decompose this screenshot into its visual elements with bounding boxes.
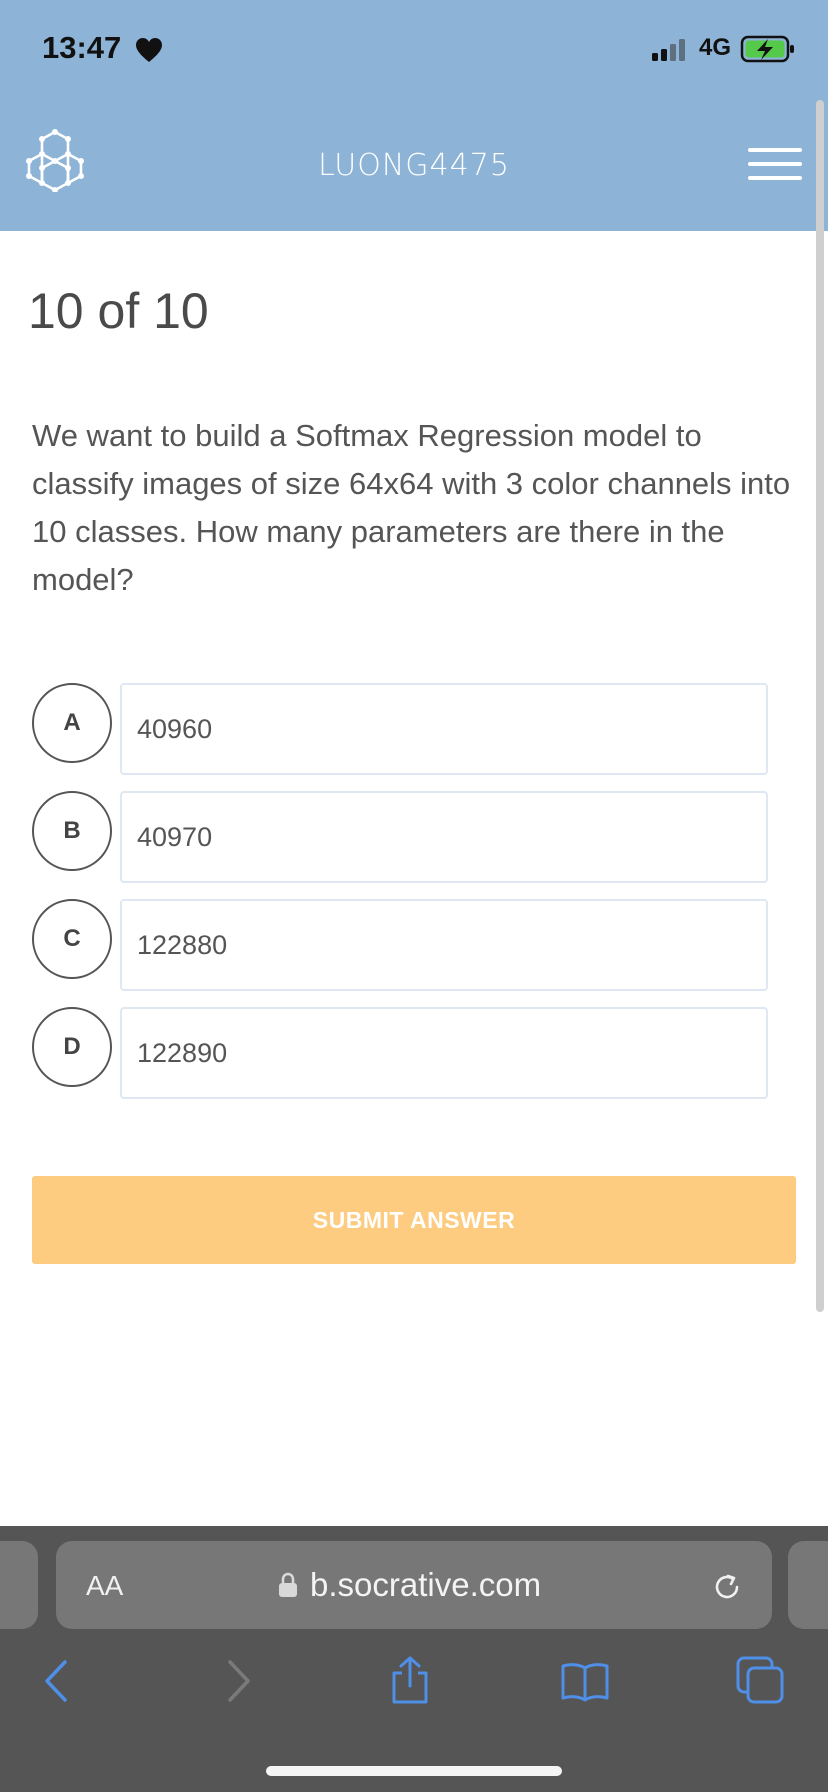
- option-letter[interactable]: A: [32, 683, 112, 763]
- home-indicator[interactable]: [266, 1766, 562, 1776]
- answer-option-c[interactable]: C 122880: [32, 899, 768, 991]
- network-type: 4G: [699, 34, 732, 61]
- hamburger-menu-icon[interactable]: [748, 148, 802, 180]
- reload-icon[interactable]: [710, 1570, 744, 1604]
- submit-answer-button[interactable]: SUBMIT ANSWER: [32, 1176, 796, 1264]
- option-text[interactable]: 40970: [120, 791, 768, 883]
- answer-option-d[interactable]: D 122890: [32, 1007, 768, 1099]
- next-tab-preview[interactable]: [788, 1541, 828, 1629]
- answer-option-b[interactable]: B 40970: [32, 791, 768, 883]
- option-letter[interactable]: C: [32, 899, 112, 979]
- scrollbar[interactable]: [816, 100, 824, 1312]
- option-letter[interactable]: B: [32, 791, 112, 871]
- url-text[interactable]: b.socrative.com: [310, 1566, 541, 1604]
- cellular-signal-icon: [652, 39, 685, 61]
- text-size-button[interactable]: AA: [86, 1570, 123, 1602]
- bookmarks-icon[interactable]: [560, 1656, 610, 1706]
- option-text[interactable]: 122880: [120, 899, 768, 991]
- room-name: LUONG4475: [318, 148, 510, 183]
- back-icon[interactable]: [33, 1656, 83, 1706]
- tabs-icon[interactable]: [736, 1656, 786, 1706]
- heart-icon: [136, 38, 162, 62]
- status-time: 13:47: [42, 30, 122, 65]
- option-letter[interactable]: D: [32, 1007, 112, 1087]
- question-progress: 10 of 10: [28, 283, 209, 339]
- lock-icon: [279, 1572, 297, 1597]
- option-text[interactable]: 122890: [120, 1007, 768, 1099]
- option-text[interactable]: 40960: [120, 683, 768, 775]
- answer-option-a[interactable]: A 40960: [32, 683, 768, 775]
- question-text: We want to build a Softmax Regression mo…: [32, 418, 791, 597]
- forward-icon[interactable]: [212, 1656, 262, 1706]
- share-icon[interactable]: [385, 1656, 435, 1706]
- battery-charging-icon: [740, 35, 794, 63]
- previous-tab-preview[interactable]: [0, 1541, 38, 1629]
